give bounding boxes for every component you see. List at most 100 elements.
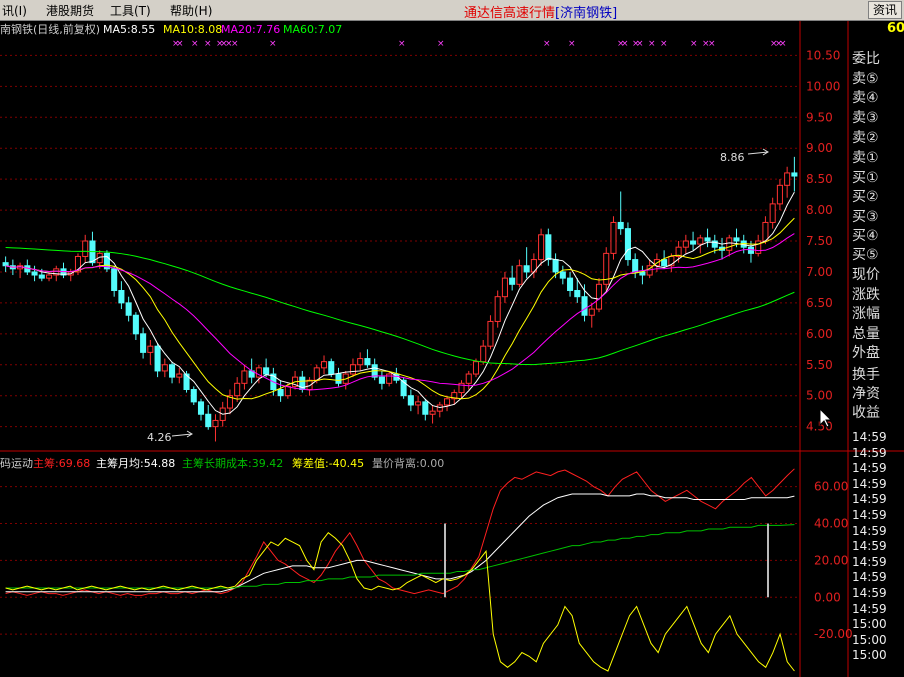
signal-marker: × bbox=[176, 39, 184, 49]
candle-body bbox=[791, 172, 798, 177]
signal-marker: × bbox=[269, 39, 277, 49]
candle-body bbox=[704, 237, 711, 242]
signal-marker: × bbox=[398, 39, 406, 49]
signal-marker: × bbox=[690, 39, 698, 49]
candle-body bbox=[169, 364, 176, 378]
quote-label: 净资 bbox=[852, 386, 880, 402]
candle-body bbox=[154, 345, 161, 372]
candle-body bbox=[545, 234, 552, 261]
quote-label: 外盘 bbox=[852, 345, 880, 361]
trade-time: 14:59 bbox=[852, 570, 887, 585]
candle-body bbox=[2, 262, 9, 267]
candle-body bbox=[501, 277, 508, 298]
quote-label: 卖① bbox=[852, 150, 879, 166]
menu-item-hk-futures[interactable]: 港股期货 bbox=[46, 2, 94, 19]
candle-body bbox=[610, 221, 617, 254]
candle-body bbox=[444, 398, 451, 406]
candle-body bbox=[769, 203, 776, 223]
candle-body bbox=[690, 240, 697, 245]
candle-body bbox=[726, 237, 733, 251]
chart-area[interactable]: 10.50 10.00 9.50 9.00 8.50 8.00 7.50 7.00 6.50 6.… bbox=[0, 21, 904, 677]
candle-body bbox=[776, 184, 783, 205]
candle-body bbox=[509, 277, 516, 285]
candle-body bbox=[132, 314, 139, 335]
indicator-long-cost: 主筹长期成本:39.42 bbox=[182, 456, 283, 470]
quote-label: 涨幅 bbox=[852, 306, 880, 322]
indicator-divergence: 量价背离:0.00 bbox=[372, 456, 444, 470]
menu-bar: 讯(I) 港股期货 工具(T) 帮助(H) 通达信高速行情[济南钢铁] 资讯 bbox=[0, 0, 904, 21]
trade-time: 14:59 bbox=[852, 601, 887, 616]
trade-time: 15:00 bbox=[852, 632, 887, 647]
indicator-name: 码运动 bbox=[0, 457, 33, 470]
candle-body bbox=[125, 302, 132, 316]
signal-marker: × bbox=[621, 39, 629, 49]
quote-label: 收益 bbox=[852, 405, 880, 421]
candle-body bbox=[762, 221, 769, 242]
ma10-label: MA10:8.08 bbox=[163, 23, 222, 36]
candle-body bbox=[263, 367, 270, 375]
quote-label: 现价 bbox=[852, 267, 880, 283]
candle-body bbox=[422, 401, 429, 415]
signal-marker: × bbox=[660, 39, 668, 49]
trade-time: 14:59 bbox=[852, 523, 887, 538]
menu-item-news[interactable]: 讯(I) bbox=[2, 2, 27, 19]
candle-body bbox=[205, 413, 212, 428]
quote-label: 换手 bbox=[852, 367, 880, 383]
high-price-label: 8.86 bbox=[720, 151, 745, 164]
quote-label: 卖③ bbox=[852, 110, 879, 126]
quote-label: 买④ bbox=[852, 228, 879, 244]
candle-body bbox=[494, 296, 501, 322]
candle-body bbox=[197, 401, 205, 415]
candle-body bbox=[234, 382, 241, 397]
signal-marker: × bbox=[648, 39, 656, 49]
candle-body bbox=[632, 259, 639, 273]
candle-body bbox=[357, 358, 364, 366]
signal-marker: × bbox=[191, 39, 199, 49]
candle-body bbox=[617, 221, 624, 230]
candle-body bbox=[378, 376, 385, 384]
price-tick-label: 9.00 bbox=[806, 141, 833, 155]
candle-body bbox=[581, 296, 588, 316]
menu-item-help[interactable]: 帮助(H) bbox=[170, 2, 212, 19]
candle-body bbox=[386, 373, 393, 384]
candle-body bbox=[574, 290, 581, 298]
quote-label: 卖④ bbox=[852, 90, 879, 106]
indicator-monthly-avg: 主筹月均:54.88 bbox=[96, 456, 175, 470]
indicator-chip-diff: 筹差值:-40.45 bbox=[292, 456, 364, 470]
signal-marker: × bbox=[437, 39, 445, 49]
price-tick-label: 10.00 bbox=[806, 79, 840, 93]
price-tick-label: 6.50 bbox=[806, 296, 833, 310]
candle-body bbox=[472, 361, 480, 375]
candle-body bbox=[364, 358, 371, 366]
candle-body bbox=[538, 234, 545, 261]
price-tick-label: 6.00 bbox=[806, 327, 833, 341]
trade-time: 14:59 bbox=[852, 445, 887, 460]
price-tick-label: 7.50 bbox=[806, 234, 833, 248]
candle-body bbox=[733, 237, 740, 242]
signal-marker: × bbox=[568, 39, 576, 49]
candle-body bbox=[320, 361, 328, 369]
signal-marker: × bbox=[231, 39, 239, 49]
candle-body bbox=[516, 265, 523, 285]
candle-body bbox=[38, 274, 45, 279]
candle-body bbox=[523, 265, 530, 273]
menu-item-tools[interactable]: 工具(T) bbox=[110, 2, 151, 19]
candle-body bbox=[624, 228, 631, 261]
news-button[interactable]: 资讯 bbox=[868, 1, 902, 19]
stock-name: [济南钢铁] bbox=[555, 6, 618, 21]
ma60-label: MA60:7.07 bbox=[283, 23, 342, 36]
candle-body bbox=[212, 419, 219, 428]
candle-body bbox=[140, 333, 147, 353]
indicator-tick-label: 40.00 bbox=[814, 517, 848, 531]
price-tick-label: 10.50 bbox=[806, 48, 840, 62]
price-tick-label: 5.50 bbox=[806, 358, 833, 372]
candle-body bbox=[784, 172, 791, 186]
trade-time: 14:59 bbox=[852, 586, 887, 600]
quote-label: 买① bbox=[852, 170, 879, 186]
quote-label: 买③ bbox=[852, 209, 879, 225]
trade-time: 15:00 bbox=[852, 617, 887, 632]
trade-time: 14:59 bbox=[852, 539, 887, 554]
candle-body bbox=[277, 389, 284, 397]
price-tick-label: 8.00 bbox=[806, 203, 833, 217]
price-tick-label: 9.50 bbox=[806, 110, 833, 124]
